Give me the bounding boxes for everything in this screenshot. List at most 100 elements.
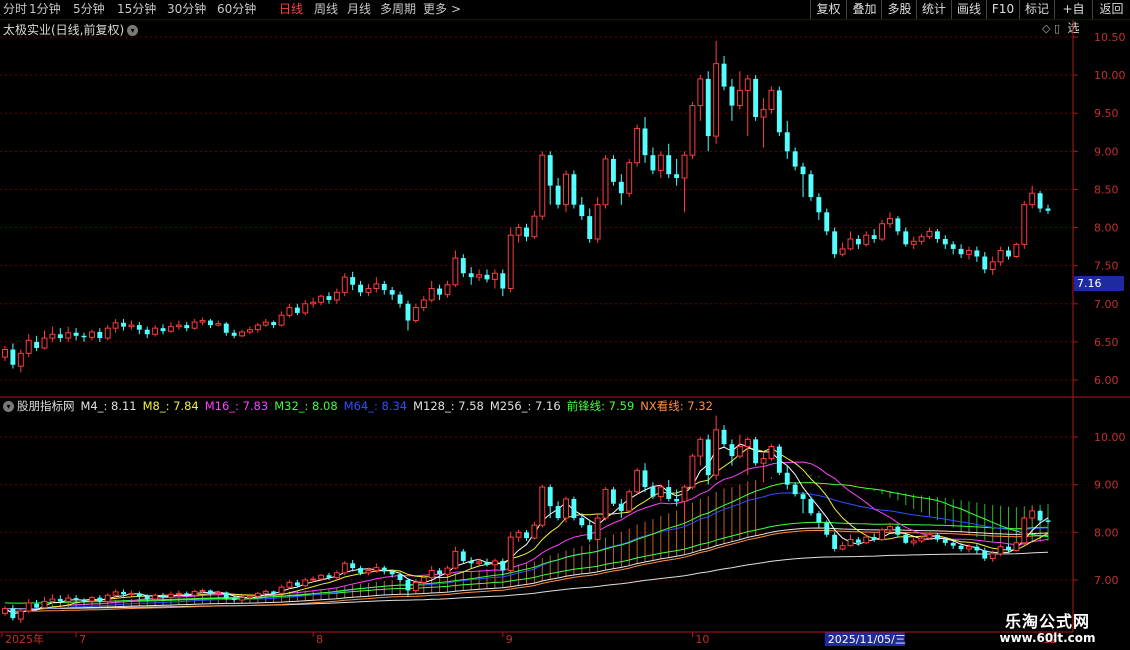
main-candle-body — [191, 321, 198, 329]
main-candle-body — [642, 128, 648, 156]
indicator-candle-body — [887, 526, 893, 531]
main-candle-body — [974, 250, 980, 257]
main-tick-label: 7.00 — [1094, 298, 1119, 311]
main-candle-body — [618, 181, 624, 194]
main-candle-body — [1013, 243, 1020, 258]
indicator-candle-body — [713, 429, 720, 476]
indicator-candle-body — [112, 591, 119, 596]
main-candle-body — [602, 158, 609, 206]
indicator-candle-body — [199, 589, 206, 592]
main-candle-body — [420, 299, 427, 309]
main-candle-body — [855, 238, 861, 245]
indicator-candle-body — [167, 593, 174, 598]
indicator-candle-body — [310, 578, 317, 581]
indicator-candle-body — [547, 487, 553, 507]
indicator-candle-body — [666, 487, 672, 499]
main-candle-body — [73, 332, 79, 336]
main-candle-body — [847, 238, 854, 250]
indicator-candle-body — [800, 494, 806, 499]
indicator-name: 股朋指标网 — [17, 399, 75, 413]
indicator-candle-body — [73, 598, 79, 601]
indicator-candle-body — [650, 487, 656, 497]
indicator-values: M4_: 8.11 M8_: 7.84 M16_: 7.83 M32_: 8.08 M6… — [81, 399, 719, 413]
indicator-candle-body — [34, 603, 40, 608]
main-candle-body — [397, 294, 403, 304]
indicator-candle-body — [358, 568, 364, 573]
indicator-candle-body — [744, 438, 751, 448]
main-candle-body — [10, 349, 16, 365]
date-label: 8 — [316, 633, 323, 646]
main-candle-body — [500, 273, 506, 289]
main-candle-body — [1037, 193, 1043, 209]
indicator-value-6: M256_: 7.16 — [489, 399, 561, 413]
indicator-title[interactable]: ▾ 股朋指标网 M4_: 8.11 M8_: 7.84 M16_: 7.83 M32_: … — [3, 398, 725, 414]
indicator-candle-body — [121, 591, 126, 595]
indicator-candle-body — [926, 534, 933, 539]
current-price-badge: 7.16 — [1074, 276, 1124, 291]
indicator-value-5: M128_: 7.58 — [413, 399, 484, 413]
main-candle-body — [832, 231, 838, 255]
main-candle-body — [286, 307, 293, 316]
indicator-candle-body — [160, 595, 166, 598]
indicator-candle-body — [539, 486, 546, 526]
main-candle-body — [294, 307, 300, 313]
indicator-candle-body — [610, 489, 616, 504]
main-candle-body — [104, 327, 111, 339]
indicator-candle-body — [341, 562, 348, 574]
indicator-candle-body — [412, 581, 419, 591]
indicator-value-4: M64_: 8.34 — [343, 399, 408, 413]
main-candle-body — [405, 303, 411, 321]
main-candle-body — [776, 90, 782, 133]
indicator-candle-body — [950, 542, 956, 546]
indicator-candle-body — [1021, 517, 1028, 544]
main-candle-body — [539, 154, 546, 217]
main-candle-body — [792, 151, 798, 167]
main-candle-body — [215, 323, 222, 326]
indicator-candle-body — [879, 529, 886, 540]
main-candle-body — [460, 258, 466, 274]
indicator-candle-body — [816, 513, 822, 523]
main-candle-body — [112, 322, 119, 329]
indicator-candle-body — [784, 472, 790, 485]
indicator-candle-body — [302, 579, 309, 587]
indicator-candle-body — [832, 534, 838, 550]
indicator-candle-body — [1006, 546, 1011, 551]
indicator-candle-body — [278, 586, 285, 594]
main-candle-body — [144, 329, 150, 335]
indicator-candle-body — [729, 444, 735, 457]
indicator-candle-body — [903, 534, 909, 543]
date-label: 10 — [695, 633, 709, 646]
main-candle-body — [910, 240, 917, 245]
date-label: 9 — [506, 633, 513, 646]
main-candle-body — [918, 236, 925, 242]
main-candle-body — [97, 331, 103, 339]
main-price-axis: 10.50 10.00 9.50 9.00 8.50 8.00 7.50 7.00 6.50 6.… — [1073, 31, 1126, 387]
indicator-candle-body — [563, 498, 569, 519]
main-candle-body — [128, 324, 135, 328]
main-candle-body — [760, 108, 767, 118]
indicator-candle-body — [144, 596, 150, 600]
indicator-candle-body — [452, 550, 459, 569]
indicator-candle-body — [397, 574, 403, 580]
indicator-candle-body — [697, 438, 704, 457]
indicator-candle-body — [333, 572, 340, 579]
main-candle-body — [753, 78, 759, 118]
main-candle-body — [278, 314, 285, 326]
main-candle-body — [381, 283, 387, 291]
indicator-candle-body — [223, 592, 229, 599]
main-candle-body — [816, 197, 822, 213]
indicator-value-8: NX看线: 7.32 — [640, 399, 713, 413]
main-candle-body — [571, 174, 577, 205]
indicator-candle-body — [49, 598, 56, 602]
main-candle-body — [563, 173, 569, 206]
indicator-grid — [0, 436, 1073, 581]
main-candle-body — [231, 332, 237, 336]
kline-chart[interactable]: 10.50 10.00 9.50 9.00 8.50 8.00 7.50 7.00 6.50 6.… — [0, 0, 1130, 650]
indicator-candle-body — [753, 439, 759, 464]
indicator-dropdown-icon[interactable]: ▾ — [3, 401, 14, 412]
main-candle-body — [389, 290, 395, 295]
indicator-candle-body — [57, 599, 63, 602]
main-candle-body — [175, 324, 182, 328]
main-candle-body — [25, 339, 32, 354]
main-candle-body — [926, 230, 933, 238]
